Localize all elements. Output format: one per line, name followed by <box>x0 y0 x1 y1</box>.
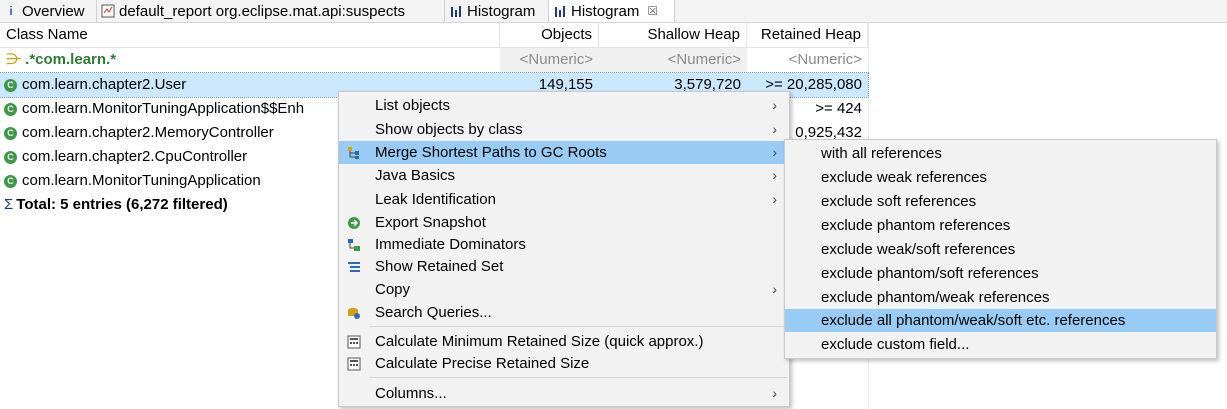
menu-item-copy[interactable]: Copy › <box>339 278 789 301</box>
menu-item-leak-identification[interactable]: Leak Identification › <box>339 188 789 211</box>
submenu-item-exclude-phantom-weak[interactable]: exclude phantom/weak references <box>785 286 1216 309</box>
class-name-cell: Ccom.learn.chapter2.User <box>4 73 186 97</box>
calculator-icon <box>347 357 361 371</box>
class-icon: C <box>4 126 17 140</box>
merge-paths-submenu: with all references exclude weak referen… <box>784 139 1217 359</box>
retained-set-icon <box>348 262 360 272</box>
menu-item-calc-precise-retained[interactable]: Calculate Precise Retained Size <box>339 352 789 375</box>
editor-tab-bar: i Overview default_report org.eclipse.ma… <box>0 0 1227 23</box>
class-name-cell: Ccom.learn.chapter2.CpuController <box>4 145 247 169</box>
menu-item-show-retained-set[interactable]: Show Retained Set <box>339 255 789 278</box>
class-name-cell: Ccom.learn.chapter2.MemoryController <box>4 121 274 145</box>
close-icon[interactable]: ☒ <box>647 4 658 18</box>
chevron-right-icon: › <box>772 121 777 137</box>
class-icon: C <box>4 102 17 116</box>
class-icon: C <box>4 174 17 188</box>
menu-item-show-objects-by-class[interactable]: Show objects by class › <box>339 118 789 141</box>
menu-item-columns[interactable]: Columns... › <box>339 382 789 405</box>
tab-histogram-1[interactable]: Histogram <box>445 0 549 22</box>
filter-row: ⋺ .*com.learn.* <Numeric> <Numeric> <Num… <box>0 48 868 72</box>
tab-label: Histogram <box>467 2 536 20</box>
menu-item-search-queries[interactable]: Search Queries... <box>339 301 789 324</box>
chevron-right-icon: › <box>772 167 777 183</box>
submenu-item-exclude-weak[interactable]: exclude weak references <box>785 166 1216 189</box>
filter-shallow-heap[interactable]: <Numeric> <box>599 48 747 72</box>
column-header-retained-heap[interactable]: Retained Heap <box>747 23 868 47</box>
menu-separator <box>369 326 787 327</box>
merge-paths-icon <box>348 147 359 159</box>
export-icon <box>348 217 360 229</box>
chevron-right-icon: › <box>772 144 777 160</box>
dominators-icon <box>348 239 360 251</box>
menu-item-list-objects[interactable]: List objects › <box>339 94 789 117</box>
menu-item-merge-shortest-paths[interactable]: Merge Shortest Paths to GC Roots › <box>339 141 789 164</box>
chevron-right-icon: › <box>772 281 777 297</box>
submenu-item-exclude-soft[interactable]: exclude soft references <box>785 190 1216 213</box>
tab-default-report[interactable]: default_report org.eclipse.mat.api:suspe… <box>97 0 445 22</box>
class-icon: C <box>4 150 17 164</box>
info-icon: i <box>9 4 13 18</box>
chevron-right-icon: › <box>772 385 777 401</box>
chevron-right-icon: › <box>772 191 777 207</box>
tab-histogram-2[interactable]: Histogram ☒ <box>549 0 675 22</box>
submenu-item-exclude-weak-soft[interactable]: exclude weak/soft references <box>785 238 1216 261</box>
submenu-item-with-all-references[interactable]: with all references <box>785 142 1216 165</box>
class-icon: C <box>4 78 17 92</box>
submenu-item-exclude-all[interactable]: exclude all phantom/weak/soft etc. refer… <box>785 309 1216 332</box>
tab-label: default_report org.eclipse.mat.api:suspe… <box>119 2 405 20</box>
menu-item-java-basics[interactable]: Java Basics › <box>339 164 789 187</box>
filter-objects[interactable]: <Numeric> <box>500 48 599 72</box>
filter-class-name[interactable]: ⋺ .*com.learn.* <box>0 48 500 72</box>
submenu-item-exclude-phantom[interactable]: exclude phantom references <box>785 214 1216 237</box>
regex-filter-icon: ⋺ <box>6 51 21 68</box>
menu-item-calc-min-retained[interactable]: Calculate Minimum Retained Size (quick a… <box>339 330 789 353</box>
column-header-objects[interactable]: Objects <box>500 23 599 47</box>
context-menu: List objects › Show objects by class › Mer… <box>338 91 790 407</box>
submenu-item-exclude-phantom-soft[interactable]: exclude phantom/soft references <box>785 262 1216 285</box>
total-label: Σ Total: 5 entries (6,272 filtered) <box>4 196 228 213</box>
menu-item-export-snapshot[interactable]: Export Snapshot <box>339 211 789 234</box>
tab-label: Histogram <box>571 2 640 20</box>
histogram-icon <box>449 4 463 18</box>
table-header: Class Name Objects Shallow Heap Retained… <box>0 23 868 48</box>
sum-icon: Σ <box>4 196 14 213</box>
column-header-shallow-heap[interactable]: Shallow Heap <box>599 23 747 47</box>
report-icon <box>101 4 115 18</box>
column-header-class-name[interactable]: Class Name <box>0 23 500 47</box>
filter-retained-heap[interactable]: <Numeric> <box>747 48 868 72</box>
menu-item-immediate-dominators[interactable]: Immediate Dominators <box>339 233 789 256</box>
filter-class-name-value: .*com.learn.* <box>25 51 117 68</box>
histogram-icon <box>553 4 567 18</box>
menu-separator <box>369 377 787 378</box>
tab-overview[interactable]: i Overview <box>0 0 97 22</box>
tab-label: Overview <box>22 2 85 20</box>
class-name-cell: Ccom.learn.MonitorTuningApplication$$Enh <box>4 97 304 121</box>
class-name-cell: Ccom.learn.MonitorTuningApplication <box>4 169 261 193</box>
chevron-right-icon: › <box>772 97 777 113</box>
calculator-icon <box>347 335 361 349</box>
submenu-item-exclude-custom-field[interactable]: exclude custom field... <box>785 333 1216 356</box>
search-queries-icon <box>348 308 360 319</box>
